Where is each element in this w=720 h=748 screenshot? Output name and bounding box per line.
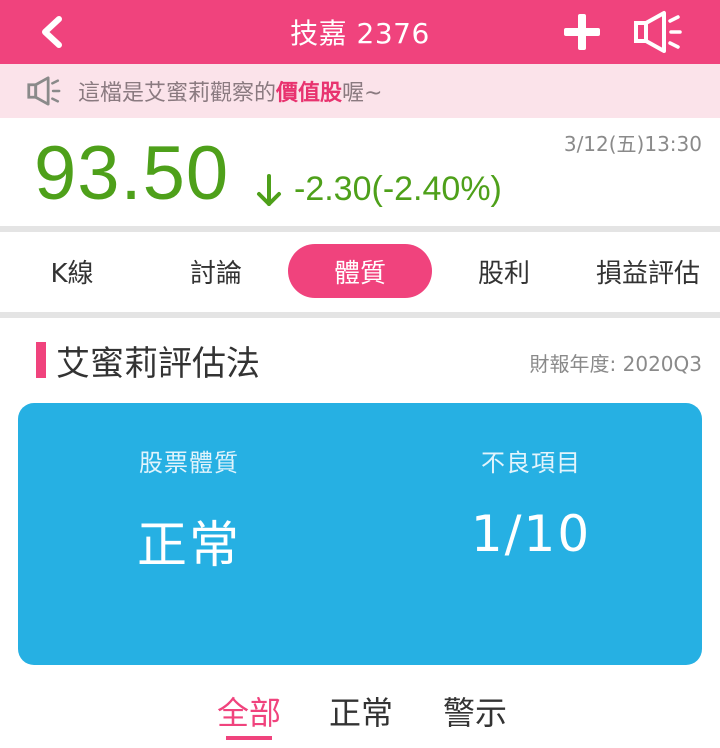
divider — [0, 312, 720, 318]
arrow-down-icon — [257, 174, 281, 206]
announcement-button[interactable] — [628, 4, 688, 60]
quote-timestamp: 3/12(五)13:30 — [563, 132, 702, 156]
back-button[interactable] — [28, 8, 76, 56]
stock-health-value: 正常 — [137, 516, 241, 574]
add-watchlist-button[interactable] — [556, 6, 608, 58]
notice-highlight: 價值股 — [276, 81, 343, 106]
stock-price: 93.50 — [34, 131, 230, 216]
tab-bar: K線 討論 體質 股利 損益評估 — [0, 232, 720, 312]
megaphone-icon — [26, 73, 62, 109]
page-title: 技嘉 2376 — [290, 17, 430, 50]
bad-items-value: 1/10 — [470, 505, 592, 563]
filter-all[interactable]: 全部 — [212, 688, 286, 740]
price-change: -2.30(-2.40%) — [294, 170, 502, 208]
chevron-left-icon — [42, 16, 62, 48]
tab-discussion[interactable]: 討論 — [166, 244, 266, 298]
bad-items-column: 不良項目 1/10 — [360, 403, 702, 665]
notice-text-after: 喔~ — [342, 81, 383, 106]
megaphone-icon — [634, 11, 682, 53]
report-period: 財報年度: 2020Q3 — [529, 352, 702, 376]
filter-normal[interactable]: 正常 — [324, 688, 398, 740]
tab-kline[interactable]: K線 — [22, 244, 122, 298]
filter-tabs: 全部 正常 警示 — [0, 688, 720, 748]
stock-health-column: 股票體質 正常 — [18, 403, 360, 665]
tab-dividend[interactable]: 股利 — [454, 244, 554, 298]
notice-text-before: 這檔是艾蜜莉觀察的 — [78, 81, 277, 106]
section-accent-bar — [36, 342, 46, 378]
plus-icon — [564, 14, 600, 50]
quote-panel: 93.50 -2.30(-2.40%) 3/12(五)13:30 — [0, 118, 720, 228]
notice-text: 這檔是艾蜜莉觀察的價值股喔~ — [78, 75, 382, 107]
notice-banner[interactable]: 這檔是艾蜜莉觀察的價值股喔~ — [0, 64, 720, 118]
active-filter-indicator — [226, 736, 272, 740]
filter-warning[interactable]: 警示 — [438, 688, 512, 740]
bad-items-label: 不良項目 — [481, 449, 581, 477]
stock-health-label: 股票體質 — [139, 449, 239, 477]
section-header: 艾蜜莉評估法 財報年度: 2020Q3 — [0, 334, 720, 388]
health-summary-card: 股票體質 正常 不良項目 1/10 — [18, 403, 702, 665]
section-title: 艾蜜莉評估法 — [56, 344, 260, 384]
tab-fundamentals[interactable]: 體質 — [288, 244, 432, 298]
tab-profit-evaluation[interactable]: 損益評估 — [596, 244, 720, 298]
app-bar: 技嘉 2376 — [0, 0, 720, 64]
